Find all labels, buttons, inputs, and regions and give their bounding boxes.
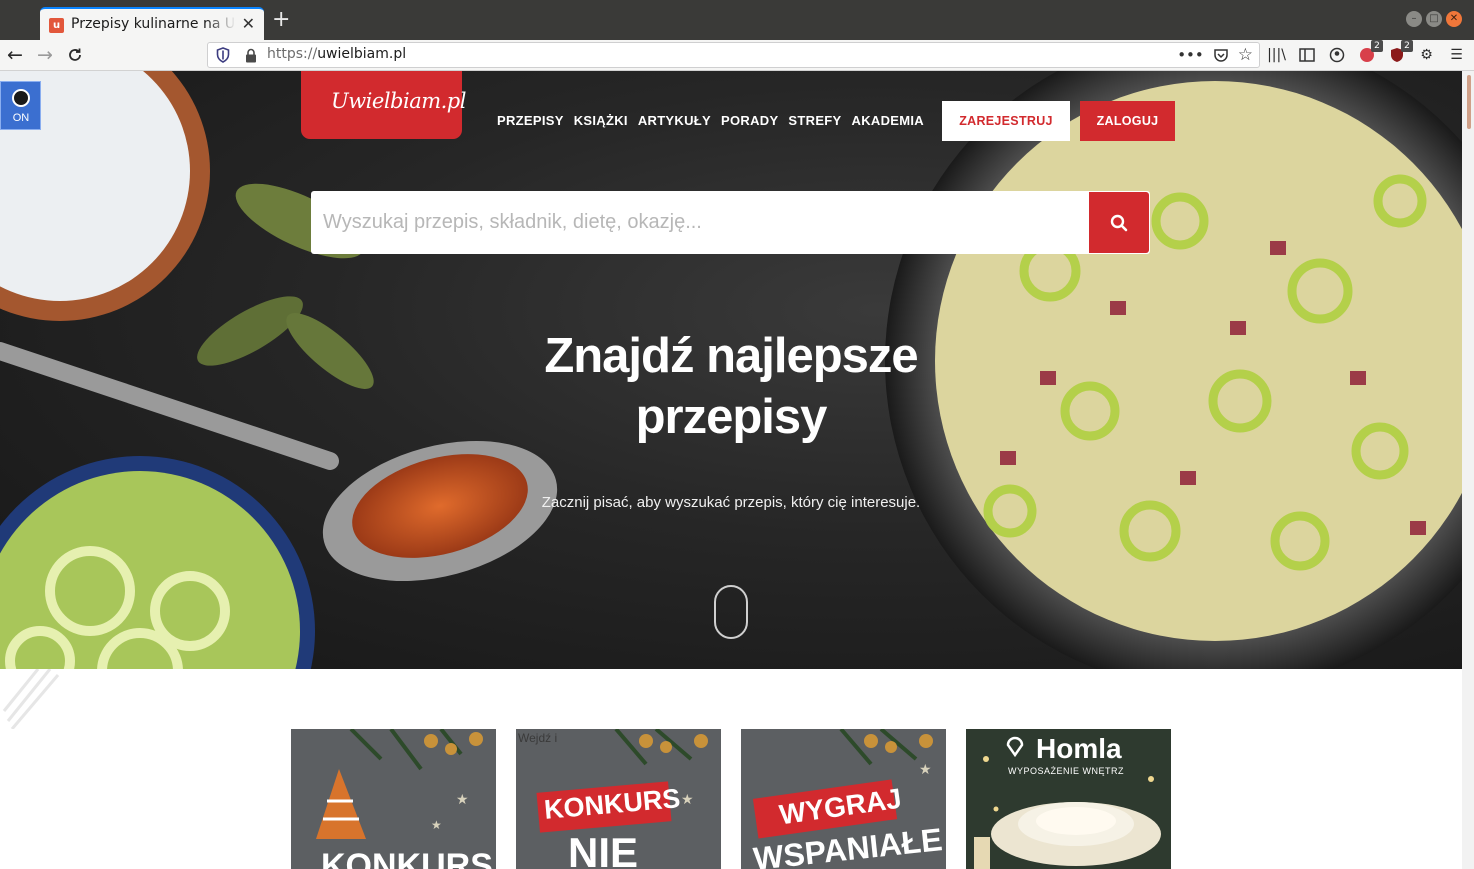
accessibility-toggle[interactable]: ON bbox=[0, 81, 41, 130]
search-input[interactable] bbox=[311, 191, 1089, 254]
extension-red-icon[interactable]: 2 bbox=[1356, 40, 1383, 65]
nav-item-artykuly[interactable]: ARTYKUŁY bbox=[638, 113, 711, 128]
homla-brand: Homla bbox=[1036, 733, 1122, 764]
account-icon[interactable] bbox=[1326, 44, 1347, 65]
browser-tab-strip: u Przepisy kulinarne na Uwielbiam.pl ✕ +… bbox=[0, 0, 1474, 40]
close-window-icon[interactable]: ✕ bbox=[1446, 11, 1462, 27]
forward-arrow-icon[interactable]: → bbox=[33, 43, 57, 67]
extension-badge: 2 bbox=[1371, 40, 1383, 52]
page-scrollbar[interactable] bbox=[1462, 71, 1474, 869]
url-actions: ••• ☆ bbox=[1177, 45, 1253, 65]
back-arrow-icon[interactable]: ← bbox=[3, 43, 27, 67]
svg-text:★: ★ bbox=[681, 792, 694, 808]
tab-close-icon[interactable]: ✕ bbox=[242, 14, 255, 33]
nav-item-akademia[interactable]: AKADEMIA bbox=[852, 113, 924, 128]
nav-item-przepisy[interactable]: PRZEPISY bbox=[497, 113, 564, 128]
pocket-icon[interactable] bbox=[1213, 47, 1229, 63]
hero-headline: Znajdź najlepsze przepisy bbox=[544, 329, 918, 444]
login-button[interactable]: ZALOGUJ bbox=[1080, 101, 1175, 141]
promo-card-wygraj[interactable]: ★ WYGRAJ WSPANIAŁE bbox=[741, 729, 946, 869]
toggle-knob bbox=[12, 89, 30, 107]
window-controls: – □ ✕ bbox=[1406, 11, 1462, 27]
promo-card-konkurs[interactable]: ★ Wejdź i KONKURS NIE bbox=[516, 729, 721, 869]
scroll-down-mouse-icon[interactable] bbox=[714, 585, 748, 639]
register-button[interactable]: ZAREJESTRUJ bbox=[942, 101, 1070, 141]
tab-title: Przepisy kulinarne na Uwielbiam.pl bbox=[71, 16, 236, 34]
svg-text:★: ★ bbox=[456, 792, 469, 808]
site-favicon-icon: u bbox=[49, 18, 64, 33]
recipe-search bbox=[311, 191, 1150, 254]
address-bar[interactable]: https://uwielbiam.pl ••• ☆ bbox=[207, 42, 1260, 68]
library-icon[interactable]: |||\ bbox=[1266, 44, 1287, 65]
decorative-stripes bbox=[2, 669, 60, 729]
reload-icon[interactable] bbox=[63, 43, 87, 67]
card-subtitle: NIE bbox=[568, 829, 639, 869]
promo-card-homla[interactable]: Homla WYPOSAŻENIE WNĘTRZ bbox=[966, 729, 1171, 869]
site-logo[interactable]: Uwielbiam.pl bbox=[301, 71, 466, 139]
hero-subline: Zacznij pisać, aby wyszukać przepis, któ… bbox=[541, 494, 921, 511]
url-scheme: https:// bbox=[267, 46, 318, 62]
search-icon bbox=[1110, 214, 1128, 231]
browser-tab[interactable]: u Przepisy kulinarne na Uwielbiam.pl ✕ bbox=[40, 7, 264, 40]
promo-card-gingerbread[interactable]: ★ ★ KONKURS bbox=[291, 729, 496, 869]
nav-item-porady[interactable]: PORADY bbox=[721, 113, 778, 128]
nav-item-strefy[interactable]: STREFY bbox=[788, 113, 841, 128]
minimize-window-icon[interactable]: – bbox=[1406, 11, 1422, 27]
ublock-shield-icon[interactable]: 2 bbox=[1386, 40, 1413, 65]
card-title: KONKURS bbox=[321, 847, 493, 869]
tracking-shield-icon[interactable] bbox=[215, 47, 231, 63]
svg-text:★: ★ bbox=[431, 818, 442, 832]
maximize-window-icon[interactable]: □ bbox=[1426, 11, 1442, 27]
search-button[interactable] bbox=[1089, 192, 1149, 253]
page-actions-ellipsis-icon[interactable]: ••• bbox=[1177, 46, 1204, 64]
lock-icon[interactable] bbox=[244, 48, 258, 63]
ublock-badge: 2 bbox=[1401, 40, 1413, 52]
toolbar-icons: |||\ 2 2 ⚙ ☰ bbox=[1266, 40, 1467, 65]
scrollbar-thumb[interactable] bbox=[1467, 75, 1471, 129]
extension-gear-icon[interactable]: ⚙ bbox=[1416, 44, 1437, 65]
homla-tagline: WYPOSAŻENIE WNĘTRZ bbox=[1008, 766, 1125, 776]
url-host: uwielbiam.pl bbox=[317, 46, 407, 62]
bookmark-star-icon[interactable]: ☆ bbox=[1238, 45, 1253, 65]
browser-nav-bar: ← → https://uwielbiam.pl ••• ☆ |||\ 2 2 … bbox=[0, 40, 1474, 71]
hero-banner: Uwielbiam.pl PRZEPISY KSIĄŻKI ARTYKUŁY P… bbox=[0, 71, 1462, 669]
svg-text:★: ★ bbox=[919, 762, 932, 778]
hamburger-menu-icon[interactable]: ☰ bbox=[1446, 44, 1467, 65]
card-tag: Wejdź i bbox=[518, 731, 558, 745]
sidebar-icon[interactable] bbox=[1296, 44, 1317, 65]
logo-text: Uwielbiam.pl bbox=[331, 89, 466, 113]
toggle-label: ON bbox=[12, 112, 30, 124]
url-text: https://uwielbiam.pl bbox=[267, 46, 406, 62]
new-tab-plus-icon[interactable]: + bbox=[272, 9, 290, 31]
promo-cards: ★ ★ KONKURS ★ Wejdź i KONKURS NIE ★ WYGR… bbox=[291, 729, 1171, 869]
nav-item-ksiazki[interactable]: KSIĄŻKI bbox=[574, 113, 628, 128]
main-navigation: PRZEPISY KSIĄŻKI ARTYKUŁY PORADY STREFY … bbox=[497, 113, 924, 128]
